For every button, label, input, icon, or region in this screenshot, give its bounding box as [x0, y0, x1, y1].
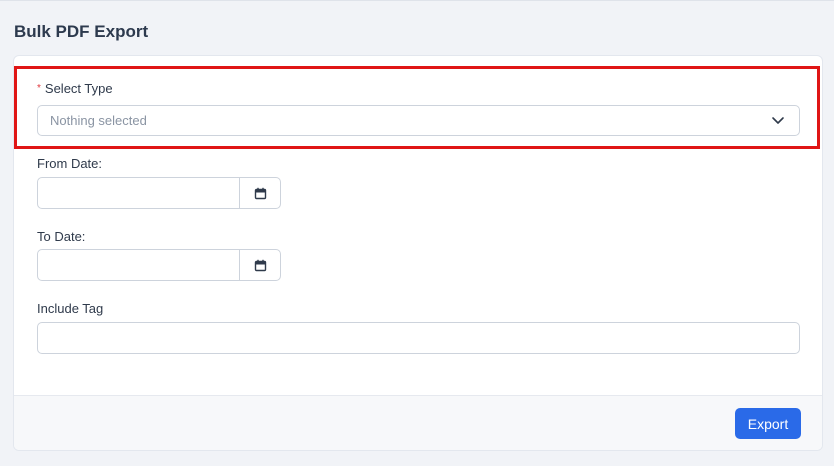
from-date-calendar-button[interactable] [239, 178, 280, 208]
include-tag-input[interactable] [37, 322, 800, 354]
to-date-input[interactable] [38, 250, 240, 280]
select-type-label-text: Select Type [44, 81, 113, 96]
include-tag-label: Include Tag [37, 301, 104, 316]
from-date-label: From Date: [37, 156, 103, 171]
to-date-group [37, 249, 281, 281]
calendar-icon [254, 187, 266, 199]
required-mark: * [37, 83, 41, 94]
from-date-group [37, 177, 281, 209]
chevron-down-icon [772, 117, 784, 124]
export-button[interactable]: Export [735, 408, 801, 439]
export-form-card: * Select Type Nothing selected From Date:… [13, 55, 823, 451]
from-date-input[interactable] [38, 178, 240, 208]
to-date-calendar-button[interactable] [239, 250, 280, 280]
to-date-label: To Date: [37, 229, 86, 244]
select-type-placeholder: Nothing selected [50, 113, 147, 128]
select-type-dropdown[interactable]: Nothing selected [37, 105, 800, 136]
page-title: Bulk PDF Export [14, 22, 149, 41]
card-footer: Export [14, 395, 822, 450]
calendar-icon [254, 259, 266, 271]
select-type-label: * Select Type [37, 81, 113, 96]
top-divider [0, 0, 834, 1]
